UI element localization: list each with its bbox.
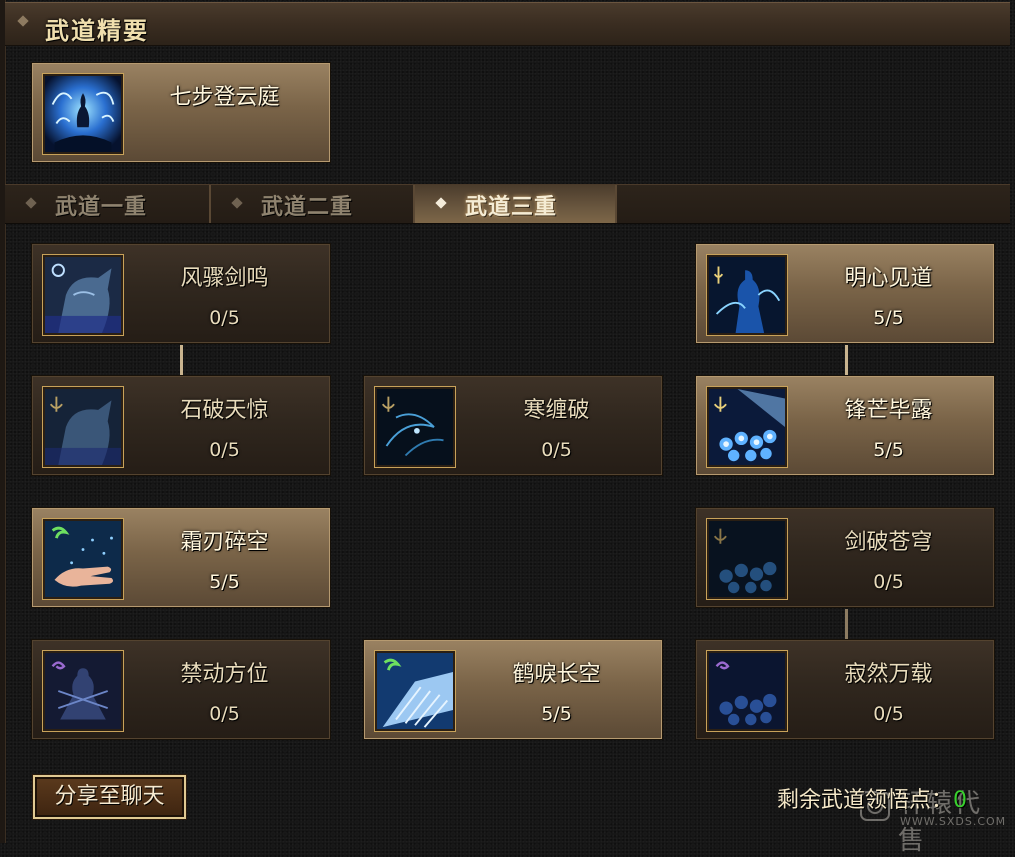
tab-tier-2[interactable]: 武道二重 <box>211 185 415 223</box>
ice-swirl-icon <box>375 387 455 467</box>
tab-diamond-icon <box>25 197 37 209</box>
skill-level: 5/5 <box>209 571 240 593</box>
skill-card[interactable]: 寒缠破 0/5 <box>363 375 663 476</box>
tab-tier-3[interactable]: 武道三重 <box>415 185 617 223</box>
wolf-anchor-icon <box>43 387 123 467</box>
wave-spirit-icon <box>43 74 123 154</box>
tab-diamond-icon <box>435 197 447 209</box>
panel-title: 武道精要 <box>45 16 149 45</box>
skill-card[interactable]: 霜刃碎空 5/5 <box>31 507 331 608</box>
skill-name: 禁动方位 <box>180 662 269 687</box>
remaining-points: 剩余武道领悟点：0 <box>777 782 967 814</box>
skill-level: 0/5 <box>873 571 904 593</box>
skill-level: 0/5 <box>209 307 240 329</box>
skill-level: 5/5 <box>873 439 904 461</box>
skill-card[interactable]: 石破天惊 0/5 <box>31 375 331 476</box>
skill-level: 0/5 <box>873 703 904 725</box>
tab-tier-1[interactable]: 武道一重 <box>5 185 211 223</box>
tab-label: 武道一重 <box>55 194 148 220</box>
wolf-moon-icon <box>43 255 123 335</box>
tier-tabs: 武道一重 武道二重 武道三重 <box>5 184 1010 224</box>
tab-label: 武道二重 <box>261 194 354 220</box>
skill-name: 锋芒毕露 <box>844 398 933 423</box>
skill-card[interactable]: 锋芒毕露 5/5 <box>695 375 995 476</box>
skill-name: 石破天惊 <box>180 398 269 423</box>
skill-connector <box>845 345 848 375</box>
remaining-points-label: 剩余武道领悟点： <box>777 788 954 813</box>
tab-diamond-icon <box>231 197 243 209</box>
skill-name: 明心见道 <box>844 266 933 291</box>
frost-hand-icon <box>43 519 123 599</box>
skill-name: 霜刃碎空 <box>180 530 269 555</box>
skill-name: 寂然万载 <box>844 662 933 687</box>
blue-orbs-icon <box>707 387 787 467</box>
skill-level: 5/5 <box>873 307 904 329</box>
skill-level: 0/5 <box>209 439 240 461</box>
skill-connector <box>845 609 848 639</box>
remaining-points-value: 0 <box>953 788 968 813</box>
skill-card[interactable]: 禁动方位 0/5 <box>31 639 331 740</box>
skill-level: 0/5 <box>541 439 572 461</box>
purple-orbs-icon <box>707 651 787 731</box>
skill-card[interactable]: 寂然万载 0/5 <box>695 639 995 740</box>
tab-label: 武道三重 <box>465 194 558 220</box>
enlightened-figure-icon <box>707 255 787 335</box>
skill-name: 寒缠破 <box>523 398 590 423</box>
skill-card[interactable]: 明心见道 5/5 <box>695 243 995 344</box>
diamond-bullet-icon <box>17 15 29 27</box>
skill-name: 风骤剑鸣 <box>180 266 269 291</box>
skill-card[interactable]: 剑破苍穹 0/5 <box>695 507 995 608</box>
dim-orbs-icon <box>707 519 787 599</box>
featured-skill-name: 七步登云庭 <box>169 85 280 110</box>
skill-card[interactable]: 风骤剑鸣 0/5 <box>31 243 331 344</box>
share-to-chat-button[interactable]: 分享至聊天 <box>32 774 187 820</box>
watermark-url: WWW.SXDS.COM <box>900 815 1007 828</box>
skill-level: 5/5 <box>541 703 572 725</box>
skill-level: 0/5 <box>209 703 240 725</box>
bound-figure-icon <box>43 651 123 731</box>
panel-header: 武道精要 <box>5 2 1010 46</box>
featured-skill-card[interactable]: 七步登云庭 <box>31 62 331 163</box>
skill-name: 剑破苍穹 <box>844 530 933 555</box>
skill-connector <box>180 345 183 375</box>
skill-card[interactable]: 鹤唳长空 5/5 <box>363 639 663 740</box>
skill-name: 鹤唳长空 <box>512 662 601 687</box>
crane-wing-icon <box>375 651 455 731</box>
window-left-border <box>0 0 6 843</box>
